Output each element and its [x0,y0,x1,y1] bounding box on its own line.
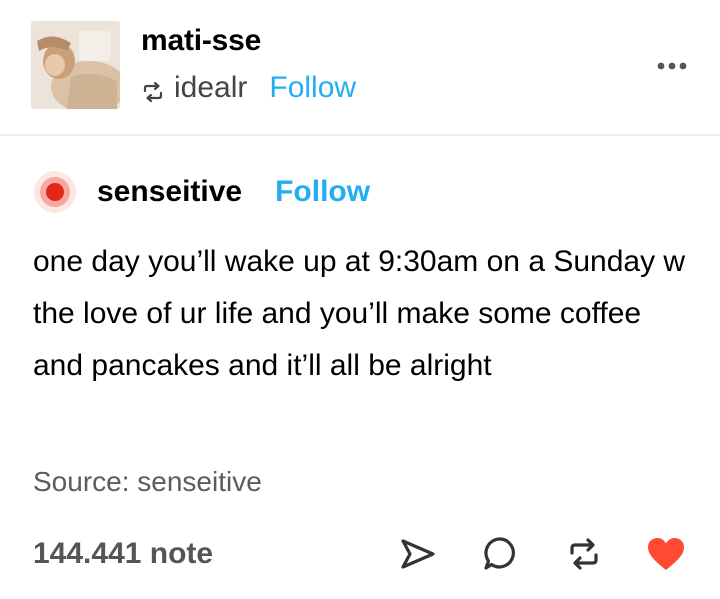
more-horizontal-icon[interactable] [655,56,689,76]
header-divider [0,134,720,136]
post-footer: 144.441 note [0,528,720,580]
post-header: mati-sse idealr Follow [0,0,720,134]
blog-name[interactable]: mati-sse [141,22,261,60]
reblog-icon [141,76,165,103]
follow-author-button[interactable]: Follow [275,175,370,209]
notes-count[interactable]: 144.441 note [33,534,213,574]
post-source[interactable]: Source: senseitive [33,462,262,502]
follow-reblog-source-button[interactable]: Follow [269,69,356,107]
post-author-row: senseitive Follow [33,170,370,214]
like-icon[interactable] [646,534,686,574]
reply-icon[interactable] [481,534,521,574]
share-icon[interactable] [398,534,438,574]
author-name[interactable]: senseitive [97,175,242,209]
blog-avatar[interactable] [31,21,120,109]
author-avatar[interactable] [33,170,77,214]
reblog-icon[interactable] [564,534,604,574]
reblogged-from-blog[interactable]: idealr [174,69,247,107]
reblog-attribution: idealr Follow [141,68,356,108]
post-body-text: one day you’ll wake up at 9:30am on a Su… [33,245,686,382]
blog-avatar-image [31,21,120,109]
